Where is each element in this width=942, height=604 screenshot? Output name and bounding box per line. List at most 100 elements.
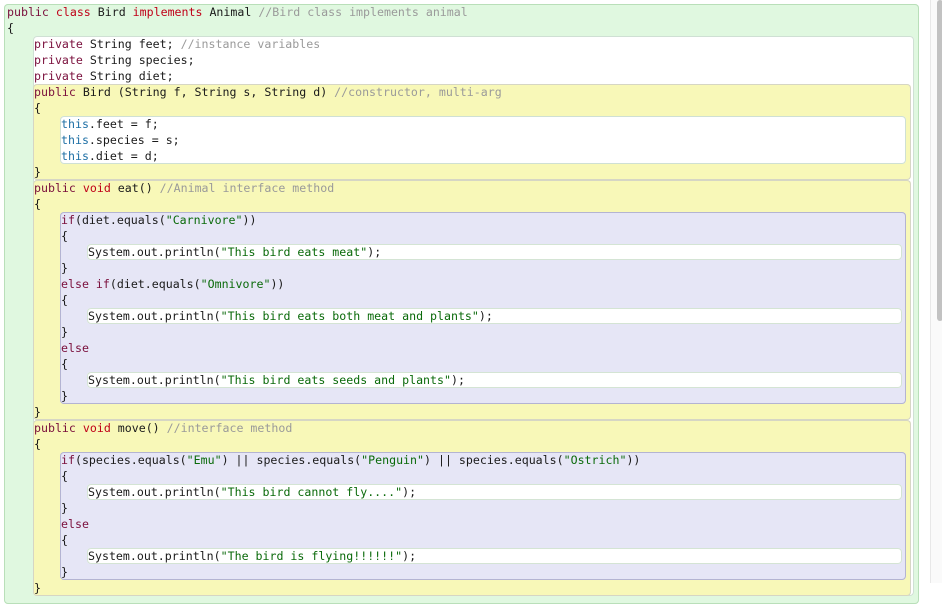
code-text: move()	[117, 421, 167, 435]
code-text: }	[34, 581, 41, 595]
statement-body: System.out.println("This bird cannot fly…	[87, 484, 902, 500]
code-text: String feet;	[89, 37, 181, 51]
code-line[interactable]: }	[33, 164, 911, 180]
code-line[interactable]: {	[60, 356, 906, 372]
code-text: }	[34, 405, 41, 419]
code-line[interactable]: else if(diet.equals("Omnivore"))	[60, 276, 906, 292]
code-text: ) || species.equals(	[221, 453, 362, 467]
code-text: .diet = d;	[88, 149, 159, 163]
code-line[interactable]: }	[33, 404, 911, 420]
code-line[interactable]: }	[60, 564, 906, 580]
code-line[interactable]: }	[60, 260, 906, 276]
string-literal: "Carnivore"	[165, 213, 243, 227]
code-line[interactable]: else	[60, 340, 906, 356]
code-line[interactable]: public Bird (String f, String s, String …	[33, 84, 911, 100]
keyword-token: public	[34, 85, 83, 99]
code-text: {	[61, 293, 68, 307]
code-line[interactable]: public void move() //interface method	[33, 420, 911, 436]
code-line[interactable]: if(diet.equals("Carnivore"))	[60, 212, 906, 228]
string-literal: "Omnivore"	[200, 277, 271, 291]
class-body: private String feet; //instance variable…	[33, 36, 914, 596]
comment-text: //instance variables	[180, 37, 321, 51]
code-line[interactable]: {	[60, 292, 906, 308]
code-text: System.out.println(	[88, 309, 221, 323]
code-line[interactable]: {	[33, 100, 911, 116]
statement-body: System.out.println("The bird is flying!!…	[87, 548, 902, 564]
statement-body: System.out.println("This bird eats both …	[87, 308, 902, 324]
code-line[interactable]: private String feet; //instance variable…	[33, 36, 914, 52]
keyword-token: implements	[132, 5, 210, 19]
code-text: }	[61, 261, 68, 275]
code-text: {	[34, 197, 41, 211]
method-move-block: public void move() //interface method{if…	[33, 420, 911, 596]
code-line[interactable]: System.out.println("The bird is flying!!…	[87, 548, 902, 564]
code-text: );	[402, 549, 417, 563]
code-text: System.out.println(	[88, 485, 221, 499]
keyword-token: else	[61, 517, 89, 531]
code-text: (diet.equals(	[109, 277, 201, 291]
keyword-token: public	[34, 181, 83, 195]
code-text: );	[402, 485, 417, 499]
code-line[interactable]: System.out.println("This bird eats seeds…	[87, 372, 902, 388]
class-block: public class Bird implements Animal //Bi…	[4, 4, 919, 604]
code-text: Bird (String f, String s, String d)	[82, 85, 335, 99]
code-line[interactable]: else	[60, 516, 906, 532]
code-line[interactable]: private String species;	[33, 52, 914, 68]
code-line[interactable]: this.diet = d;	[60, 148, 906, 164]
string-literal: "This bird eats seeds and plants"	[220, 373, 451, 387]
code-text: ))	[270, 277, 285, 291]
code-editor[interactable]: public class Bird implements Animal //Bi…	[4, 4, 919, 604]
code-text: }	[61, 389, 68, 403]
code-text: {	[61, 229, 68, 243]
keyword-token: if	[61, 453, 75, 467]
code-text: }	[61, 501, 68, 515]
code-line[interactable]: }	[60, 388, 906, 404]
code-line[interactable]: {	[60, 468, 906, 484]
code-line[interactable]: {	[6, 20, 919, 36]
keyword-token: public	[34, 421, 83, 435]
statement-body: System.out.println("This bird eats meat"…	[87, 244, 902, 260]
code-line[interactable]: public void eat() //Animal interface met…	[33, 180, 911, 196]
code-text: );	[478, 309, 493, 323]
code-line[interactable]: this.species = s;	[60, 132, 906, 148]
keyword-token: private	[34, 53, 90, 67]
code-line[interactable]: {	[60, 532, 906, 548]
scrollbar-thumb[interactable]	[937, 0, 942, 321]
code-line[interactable]: System.out.println("This bird cannot fly…	[87, 484, 902, 500]
code-line[interactable]: {	[33, 196, 911, 212]
code-line[interactable]: {	[60, 228, 906, 244]
this-keyword-token: this	[61, 117, 89, 131]
code-text: ))	[626, 453, 641, 467]
code-text: {	[61, 469, 68, 483]
code-line[interactable]: public class Bird implements Animal //Bi…	[6, 4, 919, 20]
code-text: }	[61, 325, 68, 339]
string-literal: "Penguin"	[361, 453, 424, 467]
code-text: String diet;	[89, 69, 174, 83]
keyword-token: else	[61, 341, 89, 355]
code-line[interactable]: }	[33, 580, 911, 596]
code-text: System.out.println(	[88, 373, 221, 387]
code-text: eat()	[117, 181, 160, 195]
code-line[interactable]: private String diet;	[33, 68, 914, 84]
string-literal: "The bird is flying!!!!!!"	[220, 549, 403, 563]
code-line[interactable]: }	[60, 500, 906, 516]
code-line[interactable]: System.out.println("This bird eats both …	[87, 308, 902, 324]
this-keyword-token: this	[61, 149, 89, 163]
vertical-scrollbar[interactable]	[930, 0, 942, 583]
code-line[interactable]: if(species.equals("Emu") || species.equa…	[60, 452, 906, 468]
code-line[interactable]: System.out.println("This bird eats meat"…	[87, 244, 902, 260]
code-text: {	[34, 101, 41, 115]
code-text: }	[34, 165, 41, 179]
code-text: ))	[242, 213, 257, 227]
code-text: (species.equals(	[74, 453, 187, 467]
keyword-token: class	[55, 5, 98, 19]
code-line[interactable]: this.feet = f;	[60, 116, 906, 132]
this-keyword-token: this	[61, 133, 89, 147]
code-text: System.out.println(	[88, 245, 221, 259]
code-text: (diet.equals(	[74, 213, 166, 227]
comment-text: //Bird class implements animal	[258, 5, 468, 19]
keyword-token: void	[82, 181, 118, 195]
code-line[interactable]: }	[60, 324, 906, 340]
code-line[interactable]: {	[33, 436, 911, 452]
code-text: System.out.println(	[88, 549, 221, 563]
